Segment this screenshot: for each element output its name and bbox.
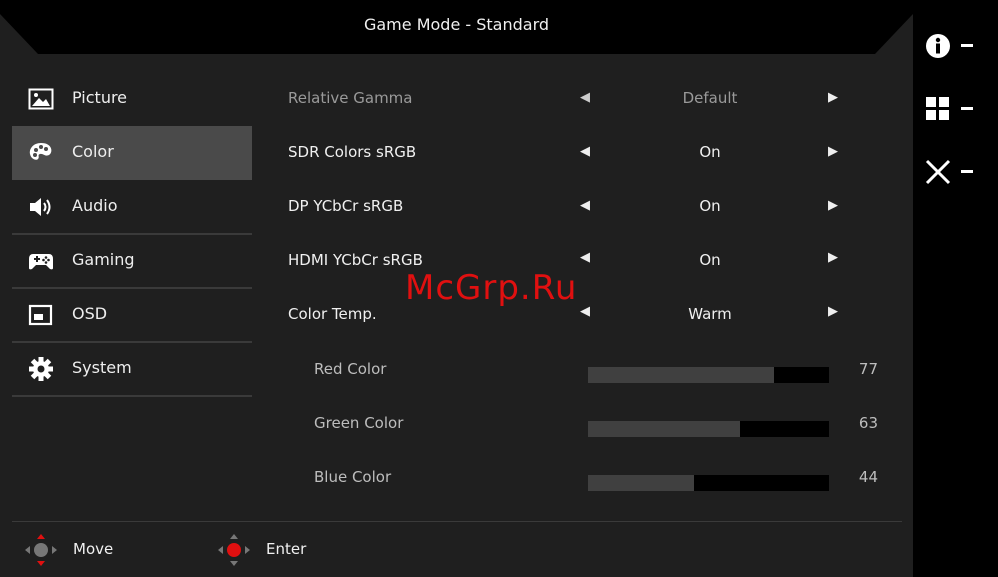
green-color-slider[interactable] (588, 421, 829, 437)
footer-move-label: Move (73, 540, 114, 558)
nav-item-gaming[interactable]: Gaming (12, 234, 252, 288)
footer-enter-label: Enter (266, 540, 307, 558)
arrow-left-icon[interactable]: ◀ (580, 90, 590, 105)
setting-label-color-temp[interactable]: Color Temp. (288, 305, 377, 323)
arrow-right-icon[interactable]: ▶ (828, 304, 838, 319)
palette-icon (29, 143, 52, 160)
arrow-left-icon[interactable]: ◀ (580, 304, 590, 319)
setting-label-hdmi-ycbcr[interactable]: HDMI YCbCr sRGB (288, 251, 423, 269)
close-icon (925, 159, 951, 185)
nav-divider (12, 395, 252, 397)
nav-item-audio[interactable]: Audio (12, 180, 252, 234)
setting-label-sdr-colors[interactable]: SDR Colors sRGB (288, 143, 416, 161)
nav-item-picture[interactable]: Picture (12, 72, 252, 126)
slider-label-red[interactable]: Red Color (314, 360, 386, 378)
arrow-left-icon[interactable]: ◀ (580, 144, 590, 159)
arrow-right-icon[interactable]: ▶ (828, 250, 838, 265)
slider-fill (588, 475, 695, 491)
footer-divider (12, 521, 902, 522)
slider-label-green[interactable]: Green Color (314, 414, 403, 432)
arrow-right-icon[interactable]: ▶ (828, 198, 838, 213)
osd-header: Game Mode - Standard (0, 0, 913, 54)
nav-item-label: Color (72, 142, 114, 161)
slider-fill (588, 421, 740, 437)
hotkey-dash (961, 170, 973, 173)
nav-item-label: System (72, 358, 132, 377)
close-button[interactable] (925, 158, 989, 186)
info-button[interactable] (925, 32, 989, 60)
grid-button[interactable] (925, 95, 989, 123)
nav-item-label: Audio (72, 196, 118, 215)
slider-fill (588, 367, 774, 383)
gamepad-icon (29, 254, 53, 270)
nav-item-color[interactable]: Color (12, 126, 252, 180)
osd-icon (28, 304, 53, 326)
nav-item-system[interactable]: System (12, 342, 252, 396)
enter-dpad-icon (218, 534, 250, 566)
info-icon (926, 34, 950, 58)
arrow-left-icon[interactable]: ◀ (580, 250, 590, 265)
page-title: Game Mode - Standard (363, 15, 550, 34)
setting-label-dp-ycbcr[interactable]: DP YCbCr sRGB (288, 197, 403, 215)
setting-value-relative-gamma: Default (682, 89, 738, 107)
setting-value-dp-ycbcr: On (699, 197, 721, 215)
setting-value-sdr-colors: On (699, 143, 721, 161)
picture-icon (28, 88, 54, 110)
red-color-slider[interactable] (588, 367, 829, 383)
arrow-right-icon[interactable]: ▶ (828, 90, 838, 105)
slider-value-red: 77 (858, 360, 878, 378)
nav-item-label: OSD (72, 304, 108, 323)
nav-item-label: Gaming (72, 250, 135, 269)
slider-value-green: 63 (858, 414, 878, 432)
arrow-right-icon[interactable]: ▶ (828, 144, 838, 159)
blue-color-slider[interactable] (588, 475, 829, 491)
gear-icon (29, 357, 53, 381)
speaker-icon (30, 198, 51, 216)
move-dpad-icon (25, 534, 57, 566)
nav-item-label: Picture (72, 88, 128, 107)
setting-value-color-temp: Warm (688, 305, 732, 323)
slider-label-blue[interactable]: Blue Color (314, 468, 391, 486)
setting-label-relative-gamma[interactable]: Relative Gamma (288, 89, 413, 107)
hotkey-dash (961, 44, 973, 47)
slider-value-blue: 44 (858, 468, 878, 486)
setting-value-hdmi-ycbcr: On (699, 251, 721, 269)
watermark: McGrp.Ru (405, 268, 578, 308)
hotkey-dash (961, 107, 973, 110)
nav-item-osd[interactable]: OSD (12, 288, 252, 342)
grid-icon (926, 97, 949, 120)
arrow-left-icon[interactable]: ◀ (580, 198, 590, 213)
hotkey-column (913, 0, 998, 577)
